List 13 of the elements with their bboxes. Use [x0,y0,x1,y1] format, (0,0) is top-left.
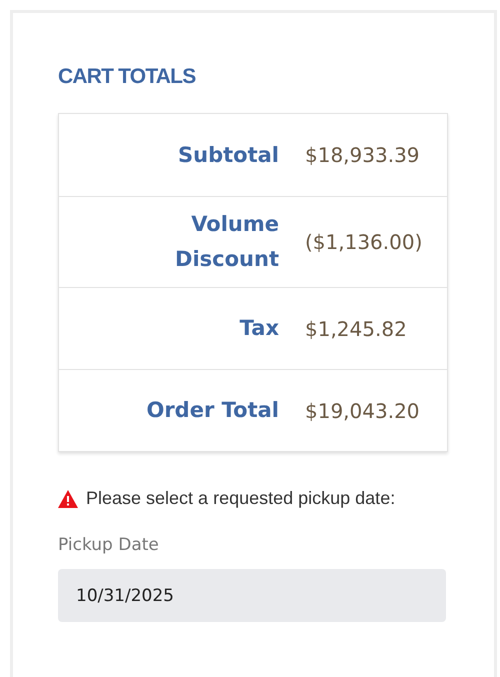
total-label: Subtotal [177,142,279,168]
pickup-date-field[interactable]: 10/31/2025 [58,569,446,622]
cart-totals-title: CART TOTALS [58,65,196,89]
total-value: $18,933.39 [304,143,421,167]
warning-message: Please select a requested pickup date: [86,488,396,509]
total-label: Order Total [145,397,279,424]
total-label: Tax [238,315,279,342]
total-label: Volume Discount [174,211,279,273]
warning-icon [58,490,78,508]
total-value: $1,245.82 [304,316,408,340]
total-value: $19,043.20 [304,398,421,422]
field-label: Pickup Date [58,535,160,555]
total-value: ($1,136.00) [304,230,424,254]
